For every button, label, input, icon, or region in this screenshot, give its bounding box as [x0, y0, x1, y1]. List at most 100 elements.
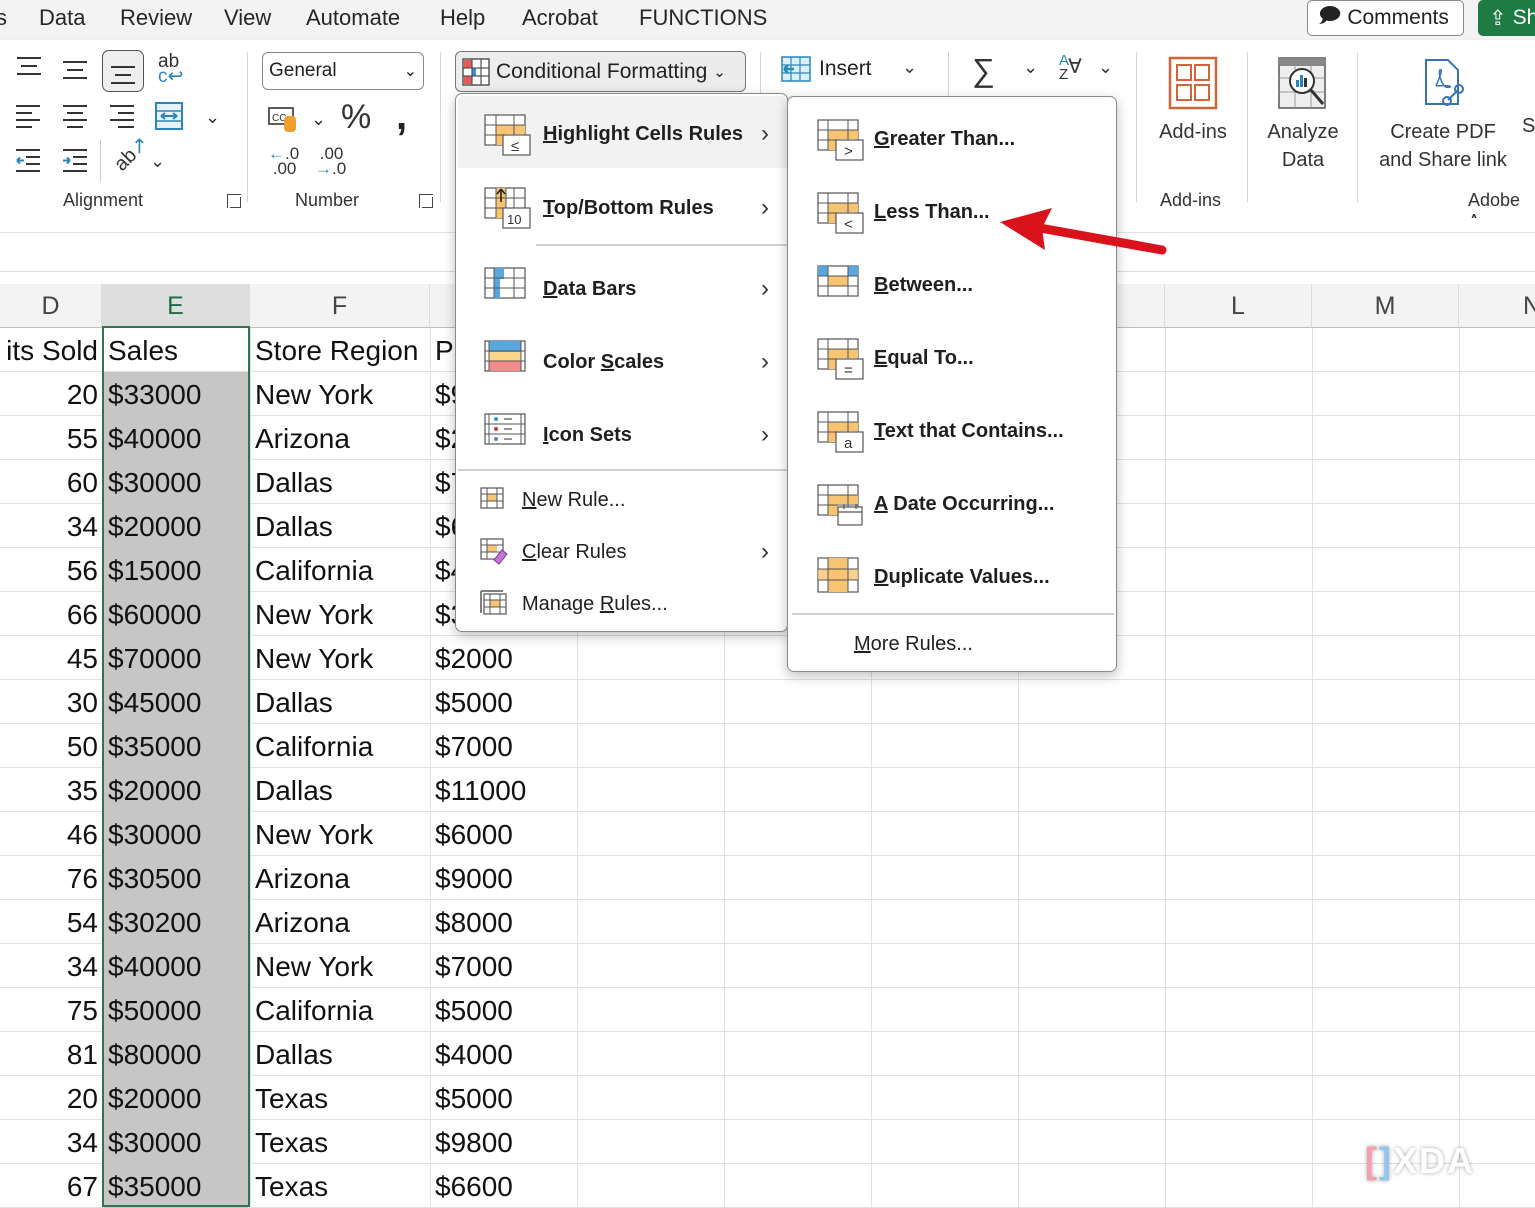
percent-style-icon[interactable]: %: [341, 100, 371, 134]
accounting-dropdown-icon[interactable]: ⌄: [311, 110, 326, 128]
sort-filter-icon[interactable]: A Z∀: [1059, 53, 1082, 82]
menu-item-color-scales[interactable]: Color Scales ›: [456, 330, 789, 394]
cell-sales[interactable]: $33000: [108, 372, 248, 416]
insert-dropdown-icon[interactable]: ⌄: [902, 58, 917, 76]
share-button[interactable]: ⇪ Sh: [1478, 0, 1535, 36]
tab-acrobat[interactable]: Acrobat: [522, 5, 598, 31]
cell-store-region[interactable]: New York: [255, 944, 427, 988]
tab-view[interactable]: View: [224, 5, 271, 31]
cell-profit[interactable]: $2000: [435, 636, 575, 680]
cell-units-sold[interactable]: 56: [0, 548, 98, 592]
cell-store-region[interactable]: Dallas: [255, 768, 427, 812]
cell-sales[interactable]: $30000: [108, 812, 248, 856]
increase-decimal-icon[interactable]: ←.0 .00: [268, 145, 299, 177]
cell-store-region[interactable]: California: [255, 548, 427, 592]
menu-item-text-that-contains[interactable]: a Text that Contains...: [788, 399, 1118, 463]
cell-store-region[interactable]: New York: [255, 636, 427, 680]
autosum-icon[interactable]: ∑: [972, 54, 995, 86]
cell-units-sold[interactable]: 81: [0, 1032, 98, 1076]
tab-formulas-partial[interactable]: s: [0, 5, 7, 31]
cell-units-sold[interactable]: 75: [0, 988, 98, 1032]
cell-units-sold[interactable]: 34: [0, 944, 98, 988]
cell-units-sold[interactable]: 54: [0, 900, 98, 944]
menu-item-equal-to[interactable]: = Equal To...: [788, 326, 1118, 390]
wrap-text-icon[interactable]: ab c↩: [158, 52, 183, 86]
decrease-decimal-icon[interactable]: .00 →.0: [315, 145, 346, 177]
autosum-dropdown-icon[interactable]: ⌄: [1023, 58, 1038, 76]
cell-store-region[interactable]: California: [255, 724, 427, 768]
cell-store-region[interactable]: Arizona: [255, 416, 427, 460]
align-top-icon[interactable]: [16, 56, 42, 76]
cell-store-region[interactable]: New York: [255, 812, 427, 856]
conditional-formatting-button[interactable]: Conditional Formatting ⌄: [455, 51, 746, 92]
cell-profit[interactable]: $8000: [435, 900, 575, 944]
cell-sales[interactable]: $20000: [108, 1076, 248, 1120]
cell-units-sold[interactable]: 46: [0, 812, 98, 856]
cell-profit[interactable]: $9800: [435, 1120, 575, 1164]
cell-profit[interactable]: $5000: [435, 1076, 575, 1120]
cell-sales[interactable]: $60000: [108, 592, 248, 636]
cell-header-sales[interactable]: Sales: [108, 328, 248, 372]
cell-store-region[interactable]: California: [255, 988, 427, 1032]
cell-profit[interactable]: $5000: [435, 988, 575, 1032]
cell-store-region[interactable]: New York: [255, 592, 427, 636]
cell-sales[interactable]: $40000: [108, 416, 248, 460]
cell-units-sold[interactable]: 35: [0, 768, 98, 812]
menu-item-clear-rules[interactable]: Clear Rules ›: [456, 532, 789, 572]
decrease-indent-icon[interactable]: [15, 148, 41, 172]
insert-button[interactable]: Insert: [781, 56, 872, 82]
cell-store-region[interactable]: Texas: [255, 1164, 427, 1208]
cell-units-sold[interactable]: 45: [0, 636, 98, 680]
number-launcher-icon[interactable]: [419, 194, 433, 208]
column-header-f[interactable]: F: [250, 284, 430, 328]
cell-units-sold[interactable]: 55: [0, 416, 98, 460]
menu-item-greater-than[interactable]: > Greater Than...: [788, 107, 1118, 171]
merge-center-icon[interactable]: [155, 102, 183, 130]
menu-item-a-date-occurring[interactable]: A Date Occurring...: [788, 472, 1118, 536]
tab-data[interactable]: Data: [39, 5, 85, 31]
orientation-dropdown-icon[interactable]: ⌄: [150, 152, 165, 170]
cell-units-sold[interactable]: 66: [0, 592, 98, 636]
cell-sales[interactable]: $30200: [108, 900, 248, 944]
cell-store-region[interactable]: Dallas: [255, 504, 427, 548]
cell-profit[interactable]: $7000: [435, 724, 575, 768]
align-center-icon[interactable]: [62, 104, 88, 128]
cell-profit[interactable]: $9000: [435, 856, 575, 900]
cell-sales[interactable]: $45000: [108, 680, 248, 724]
cell-units-sold[interactable]: 50: [0, 724, 98, 768]
cell-profit[interactable]: $4000: [435, 1032, 575, 1076]
cell-store-region[interactable]: New York: [255, 372, 427, 416]
column-header-e[interactable]: E: [102, 284, 250, 328]
cell-sales[interactable]: $30000: [108, 1120, 248, 1164]
create-pdf-share-button[interactable]: Create PDF and Share link: [1372, 56, 1514, 174]
tab-help[interactable]: Help: [440, 5, 485, 31]
cell-units-sold[interactable]: 34: [0, 1120, 98, 1164]
menu-item-top-bottom-rules[interactable]: 10 Top/Bottom Rules ›: [456, 176, 789, 240]
tab-review[interactable]: Review: [120, 5, 192, 31]
cell-sales[interactable]: $15000: [108, 548, 248, 592]
tab-functions[interactable]: FUNCTIONS: [639, 5, 767, 31]
cell-sales[interactable]: $20000: [108, 768, 248, 812]
cell-sales[interactable]: $70000: [108, 636, 248, 680]
sort-filter-dropdown-icon[interactable]: ⌄: [1098, 58, 1113, 76]
cell-sales[interactable]: $30000: [108, 460, 248, 504]
cell-header-store-region[interactable]: Store Region: [255, 328, 427, 372]
cell-store-region[interactable]: Dallas: [255, 460, 427, 504]
cell-profit[interactable]: $11000: [435, 768, 575, 812]
align-left-icon[interactable]: [15, 104, 41, 128]
analyze-data-button[interactable]: Analyze Data: [1258, 56, 1348, 174]
increase-indent-icon[interactable]: [62, 148, 88, 172]
cell-profit[interactable]: $5000: [435, 680, 575, 724]
menu-item-more-rules[interactable]: More Rules...: [788, 623, 1118, 665]
cell-header-units-sold[interactable]: its Sold: [0, 328, 98, 372]
cell-units-sold[interactable]: 67: [0, 1164, 98, 1208]
alignment-launcher-icon[interactable]: [227, 194, 241, 208]
cell-sales[interactable]: $35000: [108, 1164, 248, 1208]
cell-units-sold[interactable]: 20: [0, 1076, 98, 1120]
column-header-m[interactable]: M: [1312, 284, 1459, 328]
cell-store-region[interactable]: Dallas: [255, 680, 427, 724]
cell-store-region[interactable]: Texas: [255, 1120, 427, 1164]
align-right-icon[interactable]: [109, 104, 135, 128]
column-header-l[interactable]: L: [1165, 284, 1312, 328]
align-bottom-button[interactable]: [102, 50, 144, 92]
